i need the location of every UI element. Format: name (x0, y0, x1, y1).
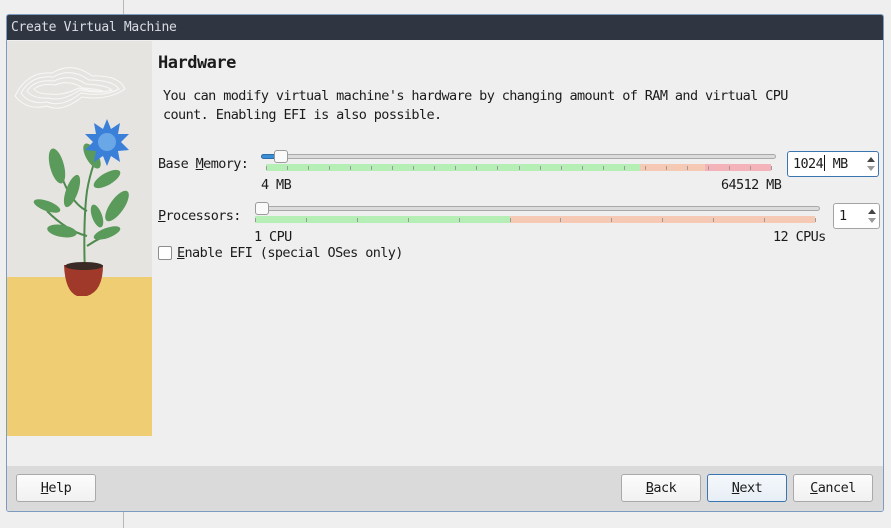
range-zone-red (705, 164, 771, 171)
slider-tick (308, 166, 310, 170)
memory-value: 1024 (793, 156, 824, 172)
slider-tick (771, 166, 772, 170)
range-zone-orange (639, 164, 706, 171)
spin-arrows[interactable] (867, 207, 877, 225)
slider-tick (266, 166, 267, 170)
slider-tick (644, 166, 646, 170)
slider-tick (371, 166, 373, 170)
slider-handle[interactable] (255, 202, 269, 215)
spin-down-icon[interactable] (868, 218, 876, 223)
memory-range-bar (266, 164, 772, 171)
processors-max-label: 12 CPUs (773, 229, 826, 245)
slider-tick (287, 166, 289, 170)
slider-tick (497, 166, 499, 170)
window-title: Create Virtual Machine (7, 15, 883, 40)
description-line: count. Enabling EFI is also possible. (163, 107, 442, 123)
page-description: You can modify virtual machine's hardwar… (163, 87, 803, 125)
create-vm-dialog: Create Virtual Machine Hardware You can … (6, 14, 884, 512)
background-divider (123, 0, 124, 14)
slider-tick (476, 166, 478, 170)
slider-tick (458, 218, 460, 222)
wizard-illustration (7, 41, 152, 436)
processors-slider[interactable] (255, 202, 820, 233)
spin-up-icon[interactable] (868, 209, 876, 214)
slider-tick (509, 218, 511, 222)
slider-tick (407, 218, 409, 222)
back-button[interactable]: Back (621, 474, 701, 502)
memory-max-label: 64512 MB (721, 177, 782, 193)
slider-tick (560, 218, 562, 222)
hardware-page: Hardware You can modify virtual machine'… (158, 41, 883, 466)
background-divider (123, 512, 124, 528)
page-title: Hardware (158, 53, 236, 73)
help-button[interactable]: Help (16, 474, 96, 502)
slider-tick (602, 166, 604, 170)
spin-arrows[interactable] (866, 155, 876, 173)
memory-spinbox[interactable]: 1024 MB (787, 151, 879, 177)
slider-tick (455, 166, 457, 170)
processors-label: Processors: (158, 208, 241, 224)
slider-tick (581, 166, 583, 170)
slider-tick (350, 166, 352, 170)
slider-tick (329, 166, 331, 170)
spin-down-icon[interactable] (867, 166, 875, 171)
slider-tick (413, 166, 415, 170)
slider-tick (713, 218, 715, 222)
spin-up-icon[interactable] (867, 157, 875, 162)
slider-groove (261, 154, 776, 159)
slider-tick (305, 218, 307, 222)
button-bar: Help Back Next Cancel (7, 466, 883, 511)
enable-efi-label[interactable]: Enable EFI (special OSes only) (177, 245, 403, 261)
range-zone-green (255, 216, 510, 223)
description-line: You can modify virtual machine's hardwar… (163, 88, 788, 104)
slider-handle[interactable] (273, 150, 288, 163)
processors-min-label: 1 CPU (254, 229, 292, 245)
processors-range-bar (255, 216, 816, 223)
next-button[interactable]: Next (707, 474, 787, 502)
slider-tick (728, 166, 730, 170)
slider-tick (707, 166, 709, 170)
slider-tick (686, 166, 688, 170)
memory-min-label: 4 MB (261, 177, 292, 193)
slider-tick (764, 218, 766, 222)
processors-spinbox[interactable]: 1 (833, 203, 880, 229)
cancel-button[interactable]: Cancel (793, 474, 873, 502)
slider-tick (560, 166, 562, 170)
plant-illustration-icon (7, 41, 152, 436)
slider-tick (434, 166, 436, 170)
range-zone-green (266, 164, 640, 171)
slider-tick (255, 218, 256, 222)
base-memory-label: Base Memory: (158, 156, 249, 172)
base-memory-slider[interactable] (261, 150, 776, 181)
slider-tick (518, 166, 520, 170)
slider-tick (623, 166, 625, 170)
slider-tick (749, 166, 751, 170)
slider-tick (611, 218, 613, 222)
slider-tick (662, 218, 664, 222)
slider-tick (539, 166, 541, 170)
processors-value: 1 (839, 208, 847, 224)
enable-efi-checkbox[interactable] (158, 246, 172, 260)
slider-tick (815, 218, 816, 222)
enable-efi-row[interactable]: Enable EFI (special OSes only) (158, 245, 403, 261)
slider-groove (255, 206, 820, 211)
slider-tick (392, 166, 394, 170)
slider-tick (665, 166, 667, 170)
memory-unit: MB (825, 156, 849, 172)
slider-tick (356, 218, 358, 222)
